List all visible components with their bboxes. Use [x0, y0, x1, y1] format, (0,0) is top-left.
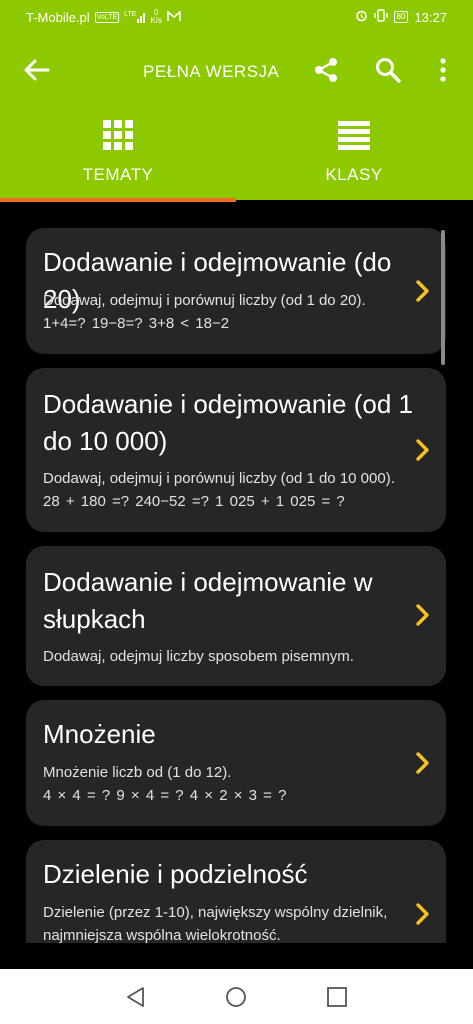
tab-label: KLASY	[325, 165, 383, 184]
battery-indicator: 80	[393, 11, 409, 23]
alarm-icon	[355, 9, 368, 25]
chevron-right-icon	[415, 903, 431, 925]
chevron-right-icon	[415, 604, 431, 626]
page-title: PEŁNA WERSJA	[143, 62, 280, 81]
topic-title-line2: do 10 000)	[43, 426, 168, 456]
topic-examples: 28 + 180 =? 240−52 =? 1 025 + 1 025 = ?	[43, 493, 345, 510]
tab-bar: TEMATY KLASY	[0, 106, 473, 202]
topic-card-multiplication[interactable]: Mnożenie Mnożenie liczb od (1 do 12). 4 …	[26, 700, 446, 826]
mail-icon	[167, 9, 181, 25]
tab-klasy[interactable]: KLASY	[236, 106, 472, 200]
back-arrow-icon[interactable]	[22, 56, 52, 84]
nav-recents-icon[interactable]	[325, 985, 349, 1009]
speed-unit: K/s	[150, 16, 162, 25]
topic-examples: 4 × 4 = ? 9 × 4 = ? 4 × 2 × 3 = ?	[43, 787, 287, 804]
topic-description: Dodawaj, odejmuj liczby sposobem pisemny…	[43, 648, 354, 665]
topic-title: Dzielenie i podzielność	[43, 859, 308, 889]
volte-badge: VoLTE	[94, 11, 120, 23]
topic-description: Dzielenie (przez 1-10), największy wspól…	[43, 904, 388, 921]
system-nav-bar	[0, 969, 473, 1024]
nav-back-icon[interactable]	[124, 985, 148, 1009]
search-icon[interactable]	[374, 56, 402, 84]
scrollbar[interactable]	[441, 230, 445, 365]
status-bar: T-Mobile.pl VoLTE LTE 0 K/s 80 13:27	[0, 0, 473, 34]
list-icon	[338, 119, 370, 151]
topic-title-line1: Dodawanie i odejmowanie w	[43, 567, 373, 597]
carrier-label: T-Mobile.pl	[26, 9, 90, 25]
topic-card-addition-10000[interactable]: Dodawanie i odejmowanie (od 1 do 10 000)…	[26, 368, 446, 532]
topic-card-addition-20[interactable]: Dodawanie i odejmowanie (do 20) Dodawaj,…	[26, 228, 446, 354]
tab-temat[interactable]: TEMATY	[0, 106, 236, 202]
topic-title-line2: słupkach	[43, 604, 146, 634]
network-speed: 0 K/s	[150, 9, 162, 25]
topic-card-column-addition[interactable]: Dodawanie i odejmowanie w słupkach Dodaw…	[26, 546, 446, 686]
chevron-right-icon	[415, 439, 431, 461]
more-options-icon[interactable]	[436, 56, 450, 84]
topic-description: Mnożenie liczb od (1 do 12).	[43, 764, 232, 781]
signal-icon: LTE	[124, 11, 146, 23]
vibrate-icon	[373, 9, 388, 25]
topic-card-division[interactable]: Dzielenie i podzielność Dzielenie (przez…	[26, 840, 446, 943]
grid-icon	[102, 119, 134, 151]
chevron-right-icon	[415, 752, 431, 774]
topic-list[interactable]: Dodawanie i odejmowanie (do 20) Dodawaj,…	[0, 200, 473, 943]
topic-title: Mnożenie	[43, 719, 156, 749]
clock: 13:27	[414, 9, 447, 25]
nav-home-icon[interactable]	[224, 985, 248, 1009]
share-icon[interactable]	[312, 56, 340, 84]
topic-description: Dodawaj, odejmuj i porównuj liczby (od 1…	[43, 470, 395, 487]
topic-description-line2: najmniejsza wspólna wielokrotność.	[43, 927, 281, 943]
topic-title-line1: Dodawanie i odejmowanie (od 1	[43, 389, 414, 419]
toolbar: PEŁNA WERSJA	[0, 34, 473, 106]
topic-examples: 1+4=? 19−8=? 3+8 < 18−2	[43, 315, 230, 332]
app-header: T-Mobile.pl VoLTE LTE 0 K/s 80 13:27 PEŁ…	[0, 0, 473, 202]
chevron-right-icon	[415, 280, 431, 302]
network-type-label: LTE	[124, 11, 137, 18]
topic-description: Dodawaj, odejmuj i porównuj liczby (od 1…	[43, 292, 366, 309]
tab-label: TEMATY	[82, 165, 154, 184]
